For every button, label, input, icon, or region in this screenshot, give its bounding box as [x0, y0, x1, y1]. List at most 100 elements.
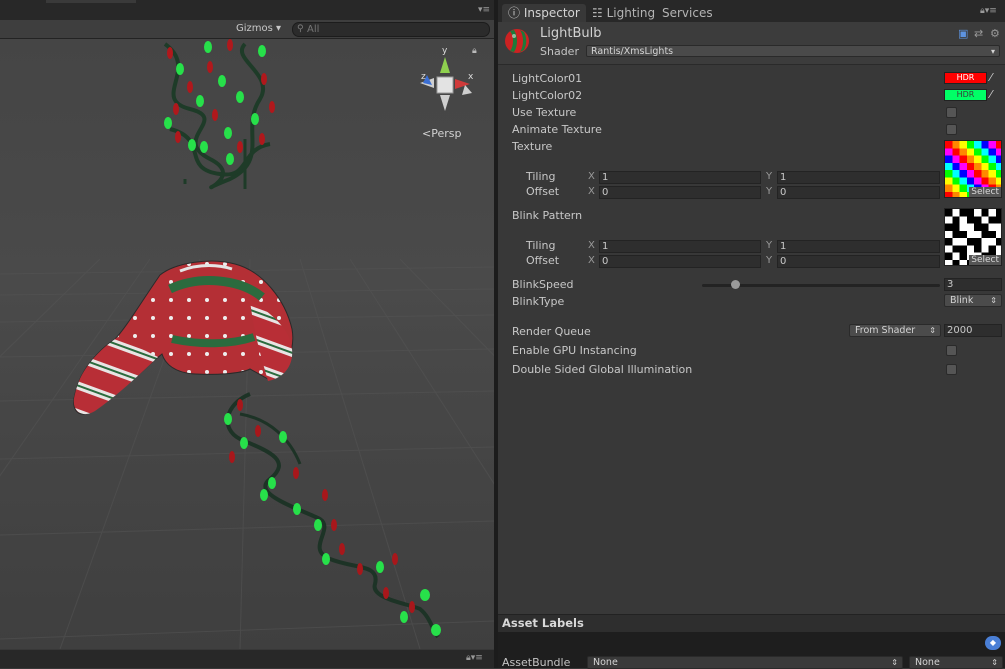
updown-arrow-icon: ⇕	[990, 296, 997, 305]
lock-icon[interactable]: 🔒︎	[472, 46, 477, 56]
hdr-badge: HDR	[956, 73, 975, 82]
gizmo-z-label: z	[421, 72, 426, 82]
render-queue-label: Render Queue	[512, 325, 591, 338]
hdr-badge: HDR	[956, 90, 975, 99]
texture-label: Texture	[512, 140, 553, 153]
panel-menu-icon[interactable]: 🔒︎▾≡	[466, 653, 483, 663]
blink-offset-x-field[interactable]: 0	[599, 255, 761, 268]
help-icon[interactable]: ▣	[958, 27, 968, 40]
scene-search-box[interactable]: ⚲	[292, 22, 490, 37]
inspector-tab-bar: ⓘ Inspector ☷ Lighting Services 🔒︎▾≡	[498, 0, 1005, 22]
gizmos-dropdown[interactable]: Gizmos ▾	[236, 22, 281, 36]
tab-inspector[interactable]: ⓘ Inspector	[502, 4, 586, 22]
tab-services-label: Services	[662, 6, 713, 20]
use-texture-label: Use Texture	[512, 106, 577, 119]
animate-texture-label: Animate Texture	[512, 123, 602, 136]
y-label: Y	[766, 255, 773, 266]
texture-select-button[interactable]: Select	[969, 187, 1001, 197]
material-preview-icon	[505, 29, 529, 53]
preset-icon[interactable]: ⇄	[974, 27, 983, 40]
scene-viewport[interactable]: y x z	[0, 39, 494, 649]
use-texture-checkbox[interactable]	[946, 107, 957, 118]
light-color-01-swatch[interactable]: HDR	[944, 72, 987, 84]
x-label: X	[588, 255, 595, 266]
panel-menu-icon[interactable]: ▾≡	[478, 5, 490, 15]
blink-speed-field[interactable]: 3	[944, 278, 1002, 291]
texture-offset-y-field[interactable]: 0	[777, 186, 940, 199]
persp-label: Persp	[431, 127, 462, 140]
texture-slot[interactable]: Select	[944, 140, 1002, 198]
render-queue-mode-dropdown[interactable]: From Shader ⇕	[849, 324, 941, 337]
blink-pattern-slot[interactable]: Select	[944, 208, 1002, 266]
asset-bundle-variant-dropdown[interactable]: None ⇕	[909, 656, 1003, 669]
eyedropper-icon[interactable]: ⁄	[990, 71, 992, 84]
x-label: X	[588, 240, 595, 251]
blink-speed-slider-thumb[interactable]	[730, 280, 740, 289]
double-sided-gi-label: Double Sided Global Illumination	[512, 363, 693, 376]
blink-type-dropdown[interactable]: Blink ⇕	[944, 294, 1002, 307]
tab-services[interactable]: Services	[656, 4, 719, 22]
animate-texture-checkbox[interactable]	[946, 124, 957, 135]
scene-tab[interactable]	[46, 0, 136, 3]
inspector-panel: ⓘ Inspector ☷ Lighting Services 🔒︎▾≡ Lig…	[498, 0, 1005, 669]
texture-tiling-label: Tiling	[526, 170, 556, 183]
panel-menu-icon[interactable]: 🔒︎▾≡	[980, 6, 997, 16]
asset-bundle-value: None	[593, 657, 618, 668]
tab-inspector-label: Inspector	[523, 6, 580, 20]
texture-offset-x-field[interactable]: 0	[599, 186, 761, 199]
scene-tab-bar: ▾≡	[0, 0, 494, 21]
shader-label: Shader	[540, 45, 579, 58]
blink-tiling-y-field[interactable]: 1	[777, 240, 940, 253]
tag-icon[interactable]: ◆	[985, 636, 1001, 650]
blink-pattern-select-button[interactable]: Select	[969, 255, 1001, 265]
material-name: LightBulb	[540, 26, 602, 41]
light-color-02-label: LightColor02	[512, 89, 583, 102]
eyedropper-icon[interactable]: ⁄	[990, 88, 992, 101]
material-header: LightBulb Shader Rantis/XmsLights ▾ ▣ ⇄ …	[498, 22, 1005, 65]
render-queue-mode-value: From Shader	[855, 325, 916, 336]
tab-lighting[interactable]: ☷ Lighting	[586, 4, 661, 22]
gizmo-x-label: x	[468, 72, 474, 82]
shader-dropdown[interactable]: Rantis/XmsLights ▾	[586, 45, 1000, 57]
search-icon: ⚲	[297, 24, 304, 34]
updown-arrow-icon: ⇕	[991, 658, 998, 667]
y-label: Y	[766, 171, 773, 182]
x-label: X	[588, 186, 595, 197]
blink-offset-y-field[interactable]: 0	[777, 255, 940, 268]
scene-bottom-bar: 🔒︎▾≡	[0, 650, 494, 668]
tab-lighting-label: Lighting	[606, 6, 656, 20]
gpu-instancing-checkbox[interactable]	[946, 345, 957, 356]
asset-bundle-dropdown[interactable]: None ⇕	[587, 656, 903, 669]
blink-tiling-label: Tiling	[526, 239, 556, 252]
light-color-02-swatch[interactable]: HDR	[944, 89, 987, 101]
shader-value: Rantis/XmsLights	[591, 46, 674, 57]
gpu-instancing-label: Enable GPU Instancing	[512, 344, 637, 357]
texture-offset-label: Offset	[526, 185, 560, 198]
texture-tiling-y-field[interactable]: 1	[777, 171, 940, 184]
gizmo-y-label: y	[442, 46, 448, 56]
render-queue-field[interactable]: 2000	[944, 324, 1002, 337]
updown-arrow-icon: ⇕	[929, 326, 936, 335]
asset-labels-title: Asset Labels	[502, 616, 584, 630]
blink-type-value: Blink	[950, 295, 974, 306]
gear-icon[interactable]: ⚙	[990, 27, 1000, 40]
chevron-down-icon: ▾	[990, 47, 995, 56]
lighting-icon: ☷	[592, 6, 603, 20]
blink-tiling-x-field[interactable]: 1	[599, 240, 761, 253]
blink-type-label: BlinkType	[512, 295, 565, 308]
info-icon: ⓘ	[508, 6, 521, 20]
blink-speed-label: BlinkSpeed	[512, 278, 574, 291]
double-sided-gi-checkbox[interactable]	[946, 364, 957, 375]
asset-labels-header[interactable]: Asset Labels	[498, 614, 1005, 632]
asset-bundle-label: AssetBundle	[502, 656, 571, 669]
persp-arrow-icon: <	[422, 127, 432, 140]
perspective-toggle[interactable]: <Persp	[422, 127, 461, 140]
updown-arrow-icon: ⇕	[891, 658, 898, 667]
y-label: Y	[766, 186, 773, 197]
blink-offset-label: Offset	[526, 254, 560, 267]
texture-tiling-x-field[interactable]: 1	[599, 171, 761, 184]
scene-view-panel: ▾≡ Gizmos ▾ ⚲ All y x z 🔒︎ <Persp 🔒︎▾≡	[0, 0, 494, 668]
asset-bundle-variant-value: None	[915, 657, 940, 668]
scene-search-input[interactable]	[307, 23, 483, 36]
y-label: Y	[766, 240, 773, 251]
